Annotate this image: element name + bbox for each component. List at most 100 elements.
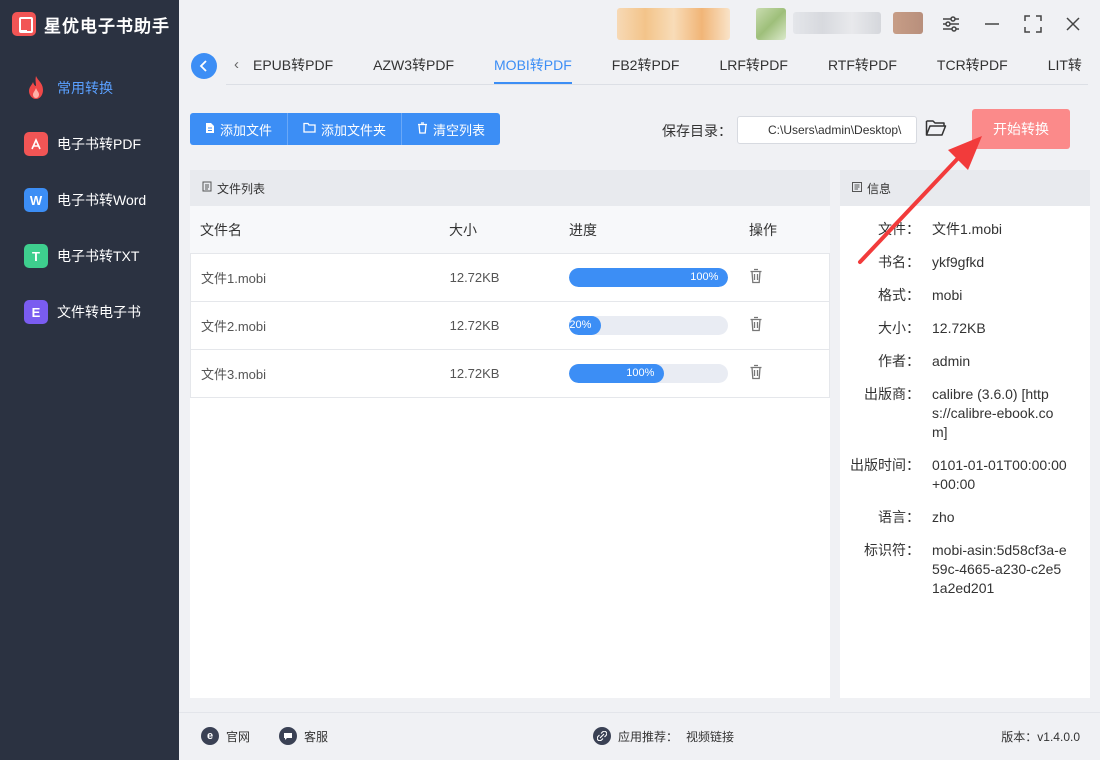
- action-cell: [749, 364, 829, 383]
- save-dir-input[interactable]: C:\Users\admin\Desktop\: [737, 116, 917, 144]
- info-title: 信息: [867, 181, 892, 196]
- sidebar-item-ebook-to-txt[interactable]: T 电子书转TXT: [0, 228, 179, 284]
- website-link[interactable]: e 官网: [201, 727, 250, 745]
- tabs-divider: [226, 84, 1088, 85]
- app-logo-icon: [12, 12, 36, 36]
- info-row: 格式： mobi: [840, 286, 1090, 305]
- support-label: 客服: [304, 729, 329, 744]
- add-folder-button[interactable]: 添加文件夹: [288, 113, 403, 145]
- blurred-user-badge: [893, 12, 923, 34]
- save-dir-label: 保存目录：: [662, 123, 732, 139]
- sidebar-item-ebook-to-pdf[interactable]: 电子书转PDF: [0, 116, 179, 172]
- close-icon[interactable]: [1061, 12, 1085, 36]
- file-toolbar: 添加文件 添加文件夹 清空列表: [190, 113, 501, 145]
- progress-cell: 20%: [569, 316, 749, 335]
- tab-azw3-to-pdf[interactable]: AZW3转PDF: [373, 48, 454, 84]
- add-file-button[interactable]: 添加文件: [190, 113, 289, 145]
- info-header: 信息: [840, 170, 1090, 206]
- tab-mobi-to-pdf[interactable]: MOBI转PDF: [494, 48, 572, 84]
- info-row: 作者： admin: [840, 352, 1090, 371]
- tab-epub-to-pdf[interactable]: EPUB转PDF: [253, 48, 333, 84]
- info-row: 标识符： mobi-asin:5d58cf3a-e59c-4665-a230-c2…: [840, 541, 1090, 598]
- delete-icon[interactable]: [749, 268, 763, 284]
- blurred-user-name: [793, 12, 881, 34]
- info-row: 书名： ykf9gfkd: [840, 253, 1090, 272]
- info-value: 文件1.mobi: [932, 221, 1003, 237]
- info-key: 出版商：: [864, 386, 920, 402]
- progress-bar: 20%: [569, 316, 729, 335]
- info-key: 大小：: [878, 320, 920, 336]
- delete-icon[interactable]: [749, 364, 763, 380]
- progress-text: 20%: [569, 319, 592, 331]
- progress-bar: 100%: [569, 364, 729, 383]
- col-size: 大小: [449, 221, 477, 238]
- progress-bar: 100%: [569, 268, 729, 287]
- chevron-right-icon[interactable]: ›: [1074, 56, 1079, 73]
- tab-fb2-to-pdf[interactable]: FB2转PDF: [612, 48, 680, 84]
- start-convert-button[interactable]: 开始转换: [972, 109, 1070, 149]
- info-value: mobi-asin:5d58cf3a-e59c-4665-a230-c2e51a…: [932, 542, 1067, 596]
- trash-icon: [417, 121, 428, 137]
- file-list-panel: 文件列表 文件名 大小 进度 操作 文件1.mobi 12.72KB 100% 文件2…: [190, 170, 830, 698]
- folder-icon: [303, 122, 316, 136]
- website-label: 官网: [226, 729, 251, 744]
- file-size: 12.72KB: [449, 318, 500, 333]
- format-tabs: EPUB转PDF AZW3转PDF MOBI转PDF FB2转PDF LRF转P…: [253, 48, 1100, 86]
- sidebar-item-label: 电子书转TXT: [57, 248, 140, 264]
- chevron-left-icon[interactable]: ‹: [234, 56, 239, 73]
- pdf-icon: [24, 132, 48, 156]
- info-key: 标识符：: [864, 542, 920, 558]
- info-row: 语言： zho: [840, 508, 1090, 527]
- sidebar-item-ebook-to-word[interactable]: W 电子书转Word: [0, 172, 179, 228]
- info-row: 大小： 12.72KB: [840, 319, 1090, 338]
- info-value: calibre (3.6.0) [https://calibre-ebook.c…: [932, 386, 1054, 440]
- word-icon: W: [24, 188, 48, 212]
- video-link[interactable]: 视频链接: [686, 728, 734, 745]
- clear-list-button[interactable]: 清空列表: [402, 113, 501, 145]
- file-icon: [205, 122, 215, 137]
- tab-rtf-to-pdf[interactable]: RTF转PDF: [828, 48, 897, 84]
- info-row: 文件： 文件1.mobi: [840, 220, 1090, 239]
- file-list-header: 文件列表: [190, 170, 830, 206]
- blurred-user-avatar: [617, 8, 730, 40]
- info-value: 0101-01-01T00:00:00+00:00: [932, 457, 1067, 492]
- info-value: admin: [932, 353, 971, 369]
- info-key: 作者：: [878, 353, 920, 369]
- table-row[interactable]: 文件2.mobi 12.72KB 20%: [190, 302, 830, 350]
- info-panel: 信息 文件： 文件1.mobi 书名： ykf9gfkd 格式： mobi 大小： 12.72…: [840, 170, 1090, 698]
- recommend-label: 应用推荐：: [618, 729, 679, 744]
- info-key: 书名：: [878, 254, 920, 270]
- sidebar-item-common[interactable]: 常用转换: [0, 60, 179, 116]
- file-name: 文件2.mobi: [201, 319, 267, 334]
- back-button[interactable]: [191, 53, 217, 79]
- add-folder-label: 添加文件夹: [321, 122, 387, 138]
- sidebar: 星优电子书助手 常用转换 电子书转PDF W 电子书转Word T 电子书转TX…: [0, 0, 179, 760]
- settings-icon[interactable]: [939, 12, 963, 36]
- support-link[interactable]: 客服: [279, 727, 328, 745]
- ebook-icon: E: [24, 300, 48, 324]
- sidebar-nav: 常用转换 电子书转PDF W 电子书转Word T 电子书转TXT E 文件转电…: [0, 60, 179, 340]
- app-title: 星优电子书助手: [44, 16, 170, 36]
- table-row[interactable]: 文件1.mobi 12.72KB 100%: [190, 254, 830, 302]
- col-progress: 进度: [569, 221, 597, 238]
- app-brand: 星优电子书助手: [12, 10, 170, 38]
- file-size: 12.72KB: [449, 270, 500, 285]
- add-file-label: 添加文件: [220, 122, 273, 138]
- info-key: 语言：: [878, 509, 920, 525]
- tab-tcr-to-pdf[interactable]: TCR转PDF: [937, 48, 1008, 84]
- info-value: ykf9gfkd: [932, 254, 985, 270]
- info-value: 12.72KB: [932, 320, 986, 336]
- file-table-body: 文件1.mobi 12.72KB 100% 文件2.mobi 12.72KB 20% 文件3…: [190, 254, 830, 398]
- tab-lrf-to-pdf[interactable]: LRF转PDF: [719, 48, 787, 84]
- progress-text: 100%: [626, 367, 655, 379]
- delete-icon[interactable]: [749, 316, 763, 332]
- table-row[interactable]: 文件3.mobi 12.72KB 100%: [190, 350, 830, 398]
- sidebar-item-file-to-ebook[interactable]: E 文件转电子书: [0, 284, 179, 340]
- maximize-icon[interactable]: [1021, 12, 1045, 36]
- info-value: zho: [932, 509, 955, 525]
- fire-icon: [24, 76, 48, 100]
- sidebar-item-label: 常用转换: [57, 80, 113, 96]
- browse-folder-icon[interactable]: [925, 118, 949, 142]
- col-name: 文件名: [200, 221, 242, 238]
- minimize-icon[interactable]: [980, 12, 1004, 36]
